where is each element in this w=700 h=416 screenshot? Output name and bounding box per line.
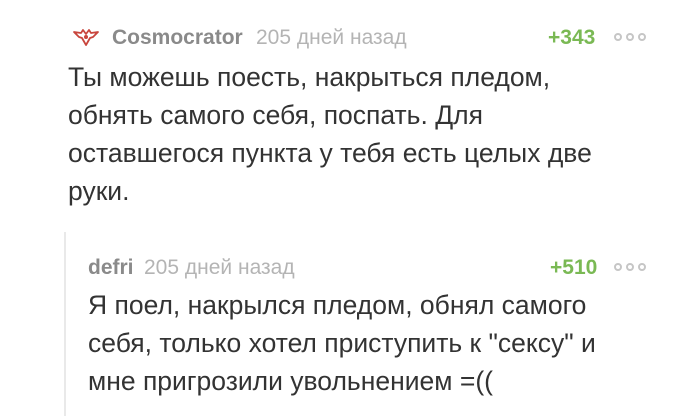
author-name[interactable]: Cosmocrator xyxy=(112,24,243,52)
comment: Cosmocrator 205 дней назад +343 Ты можеш… xyxy=(0,0,700,240)
comment-header: defri 205 дней назад +510 xyxy=(0,254,700,282)
comment-text: Ты можешь поесть, накрыться пледом, обня… xyxy=(68,62,592,206)
more-options-icon[interactable] xyxy=(614,33,654,43)
author-name[interactable]: defri xyxy=(88,254,134,282)
comment-time[interactable]: 205 дней назад xyxy=(256,24,407,52)
winged-badge-icon xyxy=(72,26,100,50)
more-options-icon[interactable] xyxy=(614,263,654,273)
comment-time[interactable]: 205 дней назад xyxy=(144,254,295,282)
comment-text: Я поел, накрылся пледом, обнял самого се… xyxy=(88,290,596,396)
comment-header: Cosmocrator 205 дней назад +343 xyxy=(0,24,700,52)
comment-rating: +510 xyxy=(550,256,598,279)
comment-rating: +343 xyxy=(548,26,596,49)
